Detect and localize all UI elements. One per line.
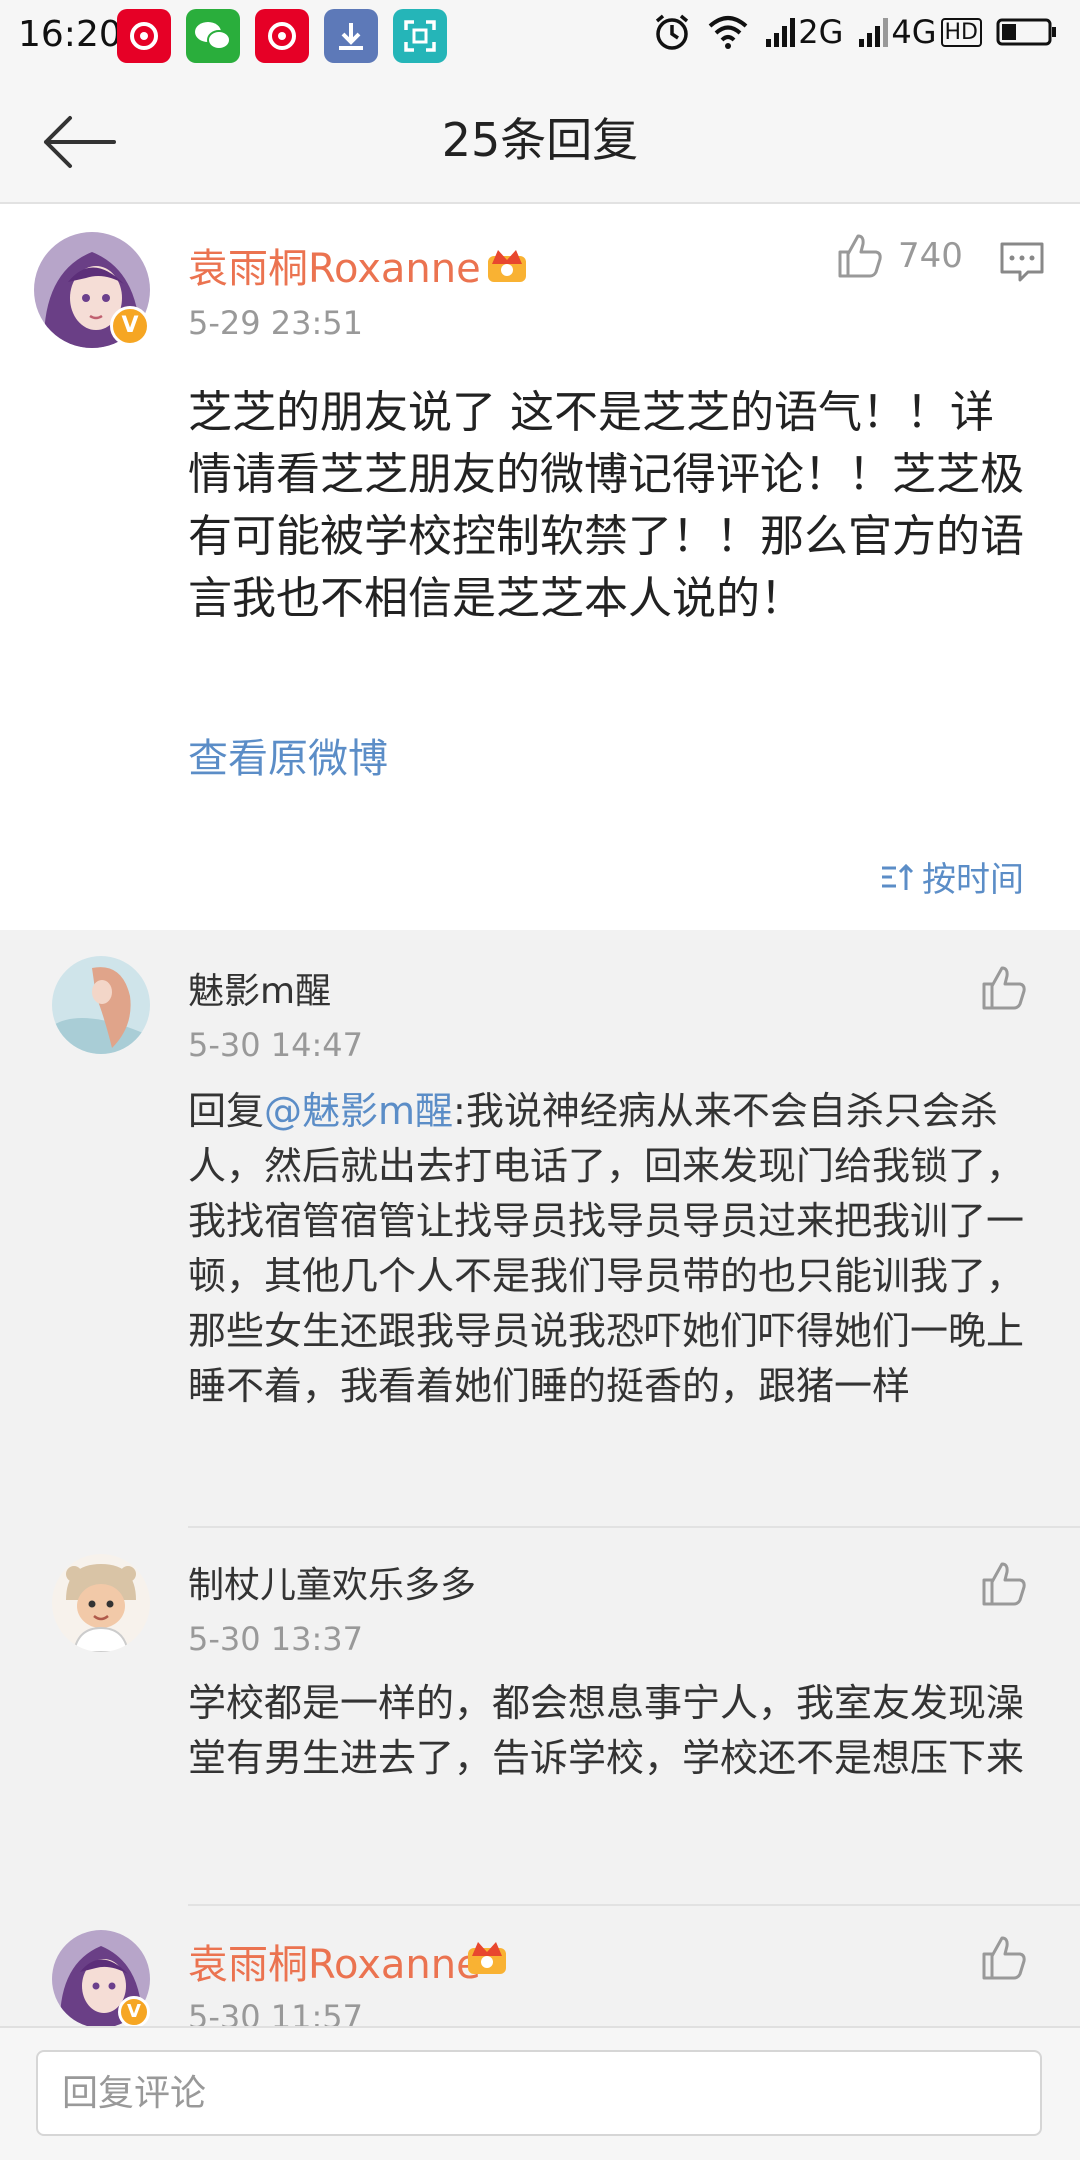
author-name[interactable]: 袁雨桐Roxanne — [188, 236, 481, 294]
thumbs-up-icon[interactable] — [980, 1560, 1028, 1608]
mention-link[interactable]: @魅影m醒 — [264, 1089, 453, 1133]
battery-icon — [996, 18, 1056, 46]
avatar[interactable] — [52, 956, 150, 1054]
reply-item: 魅影m醒 5-30 14:47 回复@魅影m醒:我说神经病从来不会自杀只会杀人，… — [0, 932, 1080, 1526]
signal-icon-2g — [766, 18, 796, 47]
like-button[interactable]: 740 — [836, 232, 963, 280]
comment-text: 芝芝的朋友说了 这不是芝芝的语气！！详情请看芝芝朋友的微博记得评论！！芝芝极有可… — [188, 387, 1024, 624]
reply-author[interactable]: 魅影m醒 — [188, 962, 331, 1014]
status-bar: 16:20 2G 4G HD — [0, 0, 1080, 74]
netease-music-icon-2 — [255, 9, 309, 63]
like-count: 740 — [898, 236, 963, 276]
reply-time: 5-30 11:57 — [188, 1998, 364, 2026]
comment-icon[interactable] — [998, 240, 1046, 284]
reply-item: 制杖儿童欢乐多多 5-30 13:37 学校都是一样的，都会想息事宁人，我室友发… — [0, 1526, 1080, 1904]
signal-icon-4g — [859, 18, 889, 47]
reply-author[interactable]: 袁雨桐Roxanne — [188, 1932, 481, 1990]
divider — [188, 1904, 1080, 1906]
thumbs-up-icon[interactable] — [980, 1934, 1028, 1982]
reply-bar — [0, 2026, 1080, 2160]
header: 25条回复 — [0, 74, 1080, 204]
reply-text: 回复@魅影m醒:我说神经病从来不会自杀只会杀人，然后就出去打电话了，回来发现门给… — [188, 1084, 1028, 1414]
alarm-icon — [656, 14, 689, 50]
sort-label: 按时间 — [922, 860, 1024, 900]
hd-badge: HD — [940, 17, 982, 47]
sort-toggle[interactable]: 按时间 — [880, 852, 1024, 901]
reply-body: :我说神经病从来不会自杀只会杀人，然后就出去打电话了，回来发现门给我锁了，我找宿… — [188, 1089, 1025, 1408]
verified-badge-icon: V — [118, 1996, 150, 2026]
vip-crown-icon — [468, 1942, 506, 1974]
reply-item: V 袁雨桐Roxanne 5-30 11:57 — [0, 1904, 1080, 2026]
wechat-icon — [186, 9, 240, 63]
screen: 16:20 2G 4G HD 25条回复 V 袁雨桐Roxanne 5-29 2… — [0, 0, 1080, 2160]
reply-time: 5-30 13:37 — [188, 1620, 364, 1658]
reply-author[interactable]: 制杖儿童欢乐多多 — [188, 1556, 476, 1608]
comment-time: 5-29 23:51 — [188, 304, 364, 342]
reply-input[interactable] — [36, 2050, 1042, 2136]
network-2g-label: 2G — [798, 13, 844, 51]
vip-crown-icon — [488, 250, 526, 282]
notification-icons — [117, 9, 462, 63]
verified-badge-icon: V — [110, 306, 150, 346]
network-4g-label: 4G — [891, 13, 937, 51]
thumbs-up-icon[interactable] — [980, 964, 1028, 1012]
netease-music-icon — [117, 9, 171, 63]
status-time: 16:20 — [18, 14, 122, 55]
download-icon — [324, 9, 378, 63]
system-status: 2G 4G HD — [652, 12, 1058, 52]
main-comment: V 袁雨桐Roxanne 5-29 23:51 740 芝芝的朋友说了 这不是芝… — [0, 204, 1080, 930]
divider — [188, 1526, 1080, 1528]
avatar[interactable] — [52, 1554, 150, 1652]
reply-prefix: 回复 — [188, 1089, 265, 1133]
thumbs-up-icon — [838, 234, 882, 278]
sort-icon — [882, 863, 914, 890]
wifi-icon — [708, 16, 748, 49]
scan-icon — [393, 9, 447, 63]
reply-text: 学校都是一样的，都会想息事宁人，我室友发现澡堂有男生进去了，告诉学校，学校还不是… — [188, 1681, 1025, 1780]
view-original-link[interactable]: 查看原微博 — [188, 726, 388, 784]
page-title: 25条回复 — [441, 113, 639, 167]
reply-time: 5-30 14:47 — [188, 1026, 364, 1064]
